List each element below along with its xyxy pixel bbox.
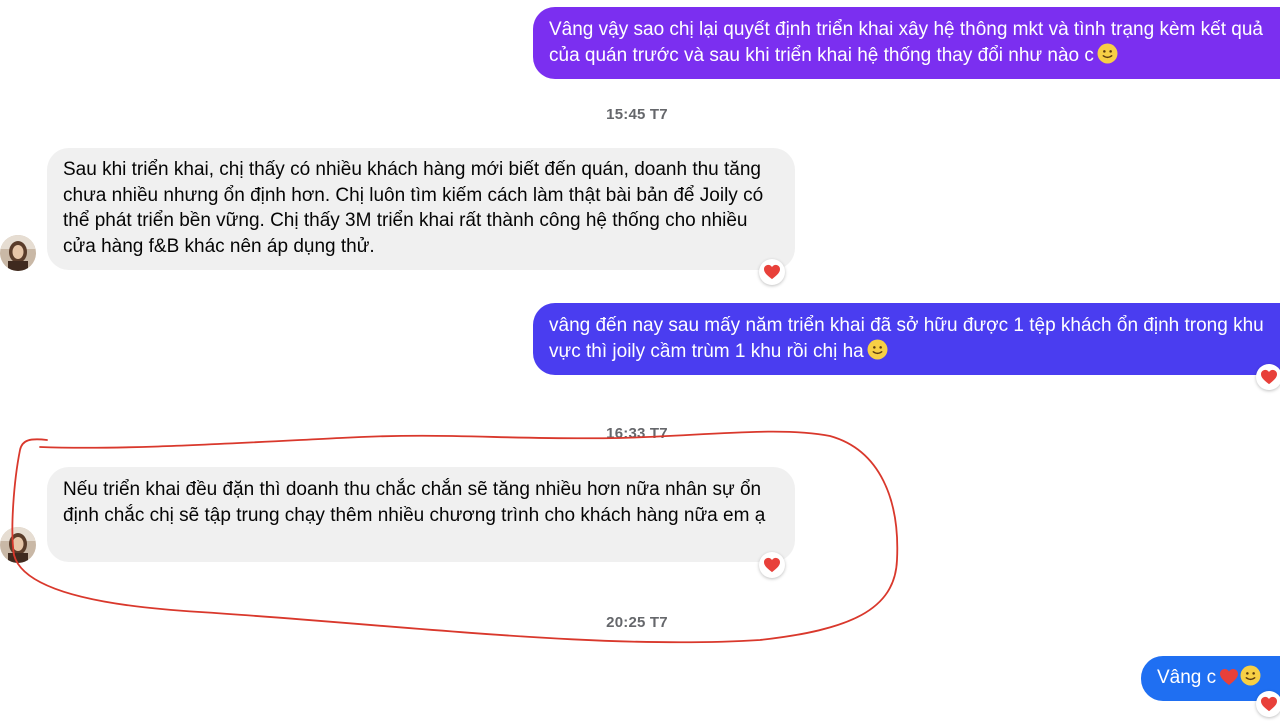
heart-reaction-icon[interactable]: [1256, 364, 1280, 390]
heart-reaction-icon[interactable]: [1256, 691, 1280, 717]
message-text: vâng đến nay sau mấy năm triển khai đã s…: [549, 315, 1264, 362]
message-text: Vâng vậy sao chị lại quyết định triển kh…: [549, 19, 1263, 66]
heart-reaction-icon[interactable]: [759, 552, 785, 578]
slightly-smiling-face-icon: [1097, 43, 1118, 72]
avatar[interactable]: [0, 527, 36, 563]
timestamp: 15:45 T7: [606, 106, 668, 123]
incoming-message[interactable]: Sau khi triển khai, chị thấy có nhiều kh…: [47, 148, 795, 270]
slightly-smiling-face-icon: [867, 339, 888, 368]
incoming-message[interactable]: Nếu triển khai đều đặn thì doanh thu chắ…: [47, 467, 795, 562]
avatar[interactable]: [0, 235, 36, 271]
slightly-smiling-face-icon: [1240, 665, 1261, 694]
timestamp: 20:25 T7: [606, 614, 668, 631]
heart-icon: [1219, 668, 1239, 694]
message-text: Sau khi triển khai, chị thấy có nhiều kh…: [63, 159, 764, 257]
heart-reaction-icon[interactable]: [759, 259, 785, 285]
timestamp: 16:33 T7: [606, 425, 668, 442]
outgoing-message[interactable]: vâng đến nay sau mấy năm triển khai đã s…: [533, 303, 1280, 375]
message-text: Vâng c: [1157, 667, 1217, 688]
chat-thread: Vâng vậy sao chị lại quyết định triển kh…: [0, 0, 1280, 721]
outgoing-message[interactable]: Vâng vậy sao chị lại quyết định triển kh…: [533, 7, 1280, 79]
message-text: Nếu triển khai đều đặn thì doanh thu chắ…: [63, 479, 766, 526]
